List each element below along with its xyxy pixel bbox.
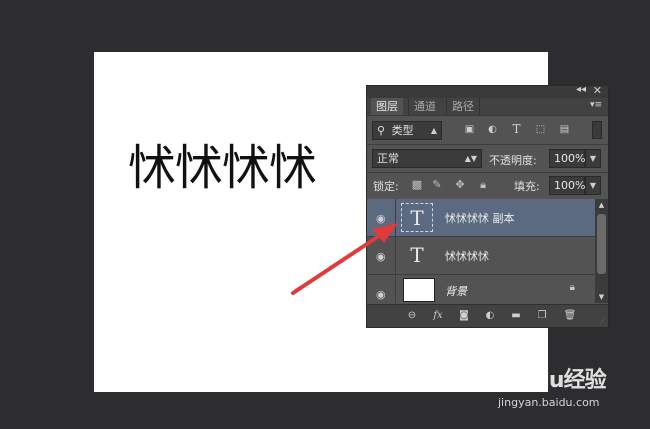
- tab-channels[interactable]: 通道: [408, 98, 441, 115]
- layer-filter-dropdown[interactable]: ⚲ 类型 ▲: [372, 121, 442, 140]
- fill-label: 填充:: [514, 180, 540, 193]
- adjustment-layer-icon[interactable]: ◐: [483, 309, 497, 323]
- resize-grip-icon[interactable]: ⋰: [599, 317, 606, 325]
- lock-image-pixels-icon[interactable]: ✎: [431, 179, 443, 191]
- adjustment-filter-icon[interactable]: ◐: [486, 123, 499, 136]
- close-icon[interactable]: ✕: [593, 84, 602, 97]
- scroll-down-icon[interactable]: ▼: [595, 291, 608, 303]
- filter-kind-label: 类型: [391, 124, 414, 137]
- panel-title-bar[interactable]: ◂◂ ✕: [367, 84, 608, 98]
- fill-input[interactable]: 100%: [549, 176, 585, 195]
- scroll-thumb[interactable]: [597, 214, 606, 274]
- lock-position-icon[interactable]: ✥: [454, 179, 466, 191]
- layer-row[interactable]: ◉ 背景 🔒︎: [367, 275, 595, 303]
- chevron-updown-icon: ▲▼: [464, 154, 477, 163]
- panel-menu-icon[interactable]: ▾≡: [590, 100, 602, 110]
- layer-name[interactable]: 背景: [445, 283, 467, 299]
- lock-all-icon[interactable]: 🔒︎: [477, 179, 489, 191]
- link-icon[interactable]: ⊖: [405, 309, 419, 323]
- watermark-url: jingyan.baidu.com: [498, 396, 600, 409]
- eye-icon[interactable]: ◉: [376, 212, 386, 225]
- search-icon: ⚲: [377, 124, 386, 137]
- text-layer-thumbnail: T: [401, 203, 433, 232]
- lock-icon: 🔒︎: [569, 282, 575, 293]
- watermark-logo: Baidu经验: [498, 368, 607, 393]
- canvas-text-layer[interactable]: 怵怵怵怵: [128, 128, 317, 198]
- layer-name[interactable]: 怵怵怵怵: [445, 248, 489, 264]
- layers-panel: ◂◂ ✕ 图层 通道 路径 ▾≡ ⚲ 类型 ▲ ▣ ◐ T ⬚ ▤ 正常 ▲▼ …: [366, 84, 609, 328]
- eye-icon[interactable]: ◉: [376, 288, 386, 301]
- opacity-dropdown-button[interactable]: ▼: [585, 149, 601, 168]
- new-layer-icon[interactable]: ❐: [535, 309, 549, 323]
- lock-transparent-pixels-icon[interactable]: ▩: [411, 179, 423, 191]
- panel-tabs: 图层 通道 路径 ▾≡: [367, 98, 608, 116]
- lock-label: 锁定:: [373, 180, 399, 193]
- layer-name[interactable]: 怵怵怵怵 副本: [445, 210, 515, 226]
- image-filter-icon[interactable]: ▣: [463, 123, 476, 136]
- folder-icon[interactable]: ▬: [509, 309, 523, 323]
- layer-row[interactable]: ◉ T 怵怵怵怵: [367, 237, 595, 275]
- tab-layers[interactable]: 图层: [371, 98, 403, 115]
- collapse-icon[interactable]: ◂◂: [576, 84, 586, 95]
- scroll-up-icon[interactable]: ▲: [595, 199, 608, 211]
- layers-bottom-toolbar: ⊖ fx ◙ ◐ ▬ ❐ 🗑︎ ⋰: [367, 304, 608, 327]
- blend-mode-dropdown[interactable]: 正常 ▲▼: [372, 149, 482, 168]
- blend-mode-value: 正常: [377, 152, 399, 165]
- fill-dropdown-button[interactable]: ▼: [585, 176, 601, 195]
- layers-list: ◉ T 怵怵怵怵 副本 ◉ T 怵怵怵怵 ◉ 背景 🔒︎: [367, 199, 595, 303]
- filter-toggle-switch[interactable]: [592, 121, 602, 139]
- opacity-input[interactable]: 100%: [549, 149, 585, 168]
- smart-object-filter-icon[interactable]: ▤: [558, 123, 571, 136]
- mask-icon[interactable]: ◙: [457, 309, 471, 323]
- fx-icon[interactable]: fx: [431, 309, 445, 323]
- background-layer-thumbnail: [403, 278, 435, 302]
- eye-icon[interactable]: ◉: [376, 250, 386, 263]
- opacity-label: 不透明度:: [489, 154, 537, 167]
- trash-icon[interactable]: 🗑︎: [563, 309, 577, 323]
- tab-paths[interactable]: 路径: [446, 98, 480, 115]
- text-layer-thumbnail: T: [410, 243, 424, 267]
- layer-row[interactable]: ◉ T 怵怵怵怵 副本: [367, 199, 595, 237]
- baidu-watermark: Baidu经验 jingyan.baidu.com: [498, 362, 607, 409]
- shape-filter-icon[interactable]: ⬚: [534, 123, 547, 136]
- layers-scrollbar[interactable]: ▲ ▼: [595, 199, 608, 303]
- type-filter-icon[interactable]: T: [510, 123, 523, 136]
- chevron-updown-icon: ▲: [430, 126, 437, 135]
